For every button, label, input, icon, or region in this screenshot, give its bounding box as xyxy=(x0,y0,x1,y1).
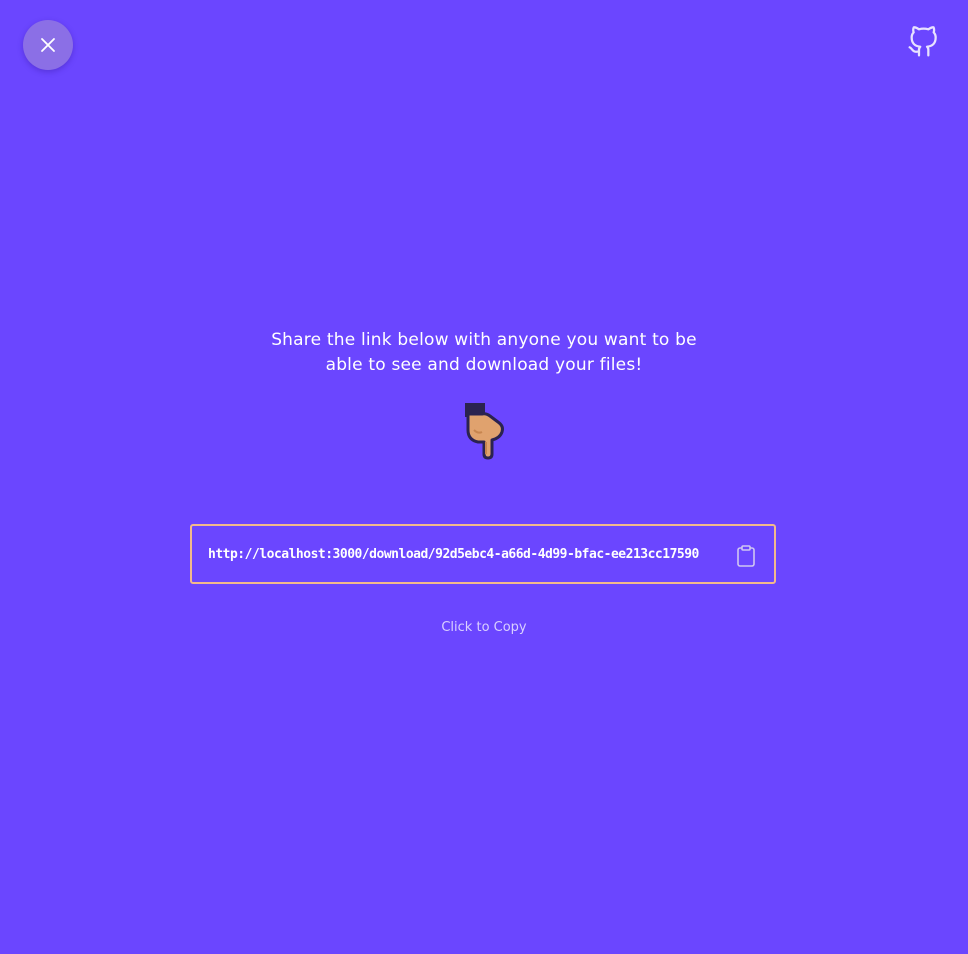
share-message-line-1: Share the link below with anyone you wan… xyxy=(271,330,697,350)
github-icon xyxy=(907,26,939,62)
share-link-text[interactable]: http://localhost:3000/download/92d5ebc4-… xyxy=(208,547,708,562)
share-link-box[interactable]: http://localhost:3000/download/92d5ebc4-… xyxy=(190,524,776,584)
github-link[interactable] xyxy=(906,26,940,62)
close-icon xyxy=(39,36,57,54)
share-message-line-2: able to see and download your files! xyxy=(325,355,643,375)
click-to-copy-label[interactable]: Click to Copy xyxy=(384,620,584,635)
close-button[interactable] xyxy=(23,20,73,70)
clipboard-icon[interactable] xyxy=(735,544,757,568)
share-message: Share the link below with anyone you wan… xyxy=(234,328,734,378)
pointing-down-hand-icon xyxy=(460,400,512,462)
